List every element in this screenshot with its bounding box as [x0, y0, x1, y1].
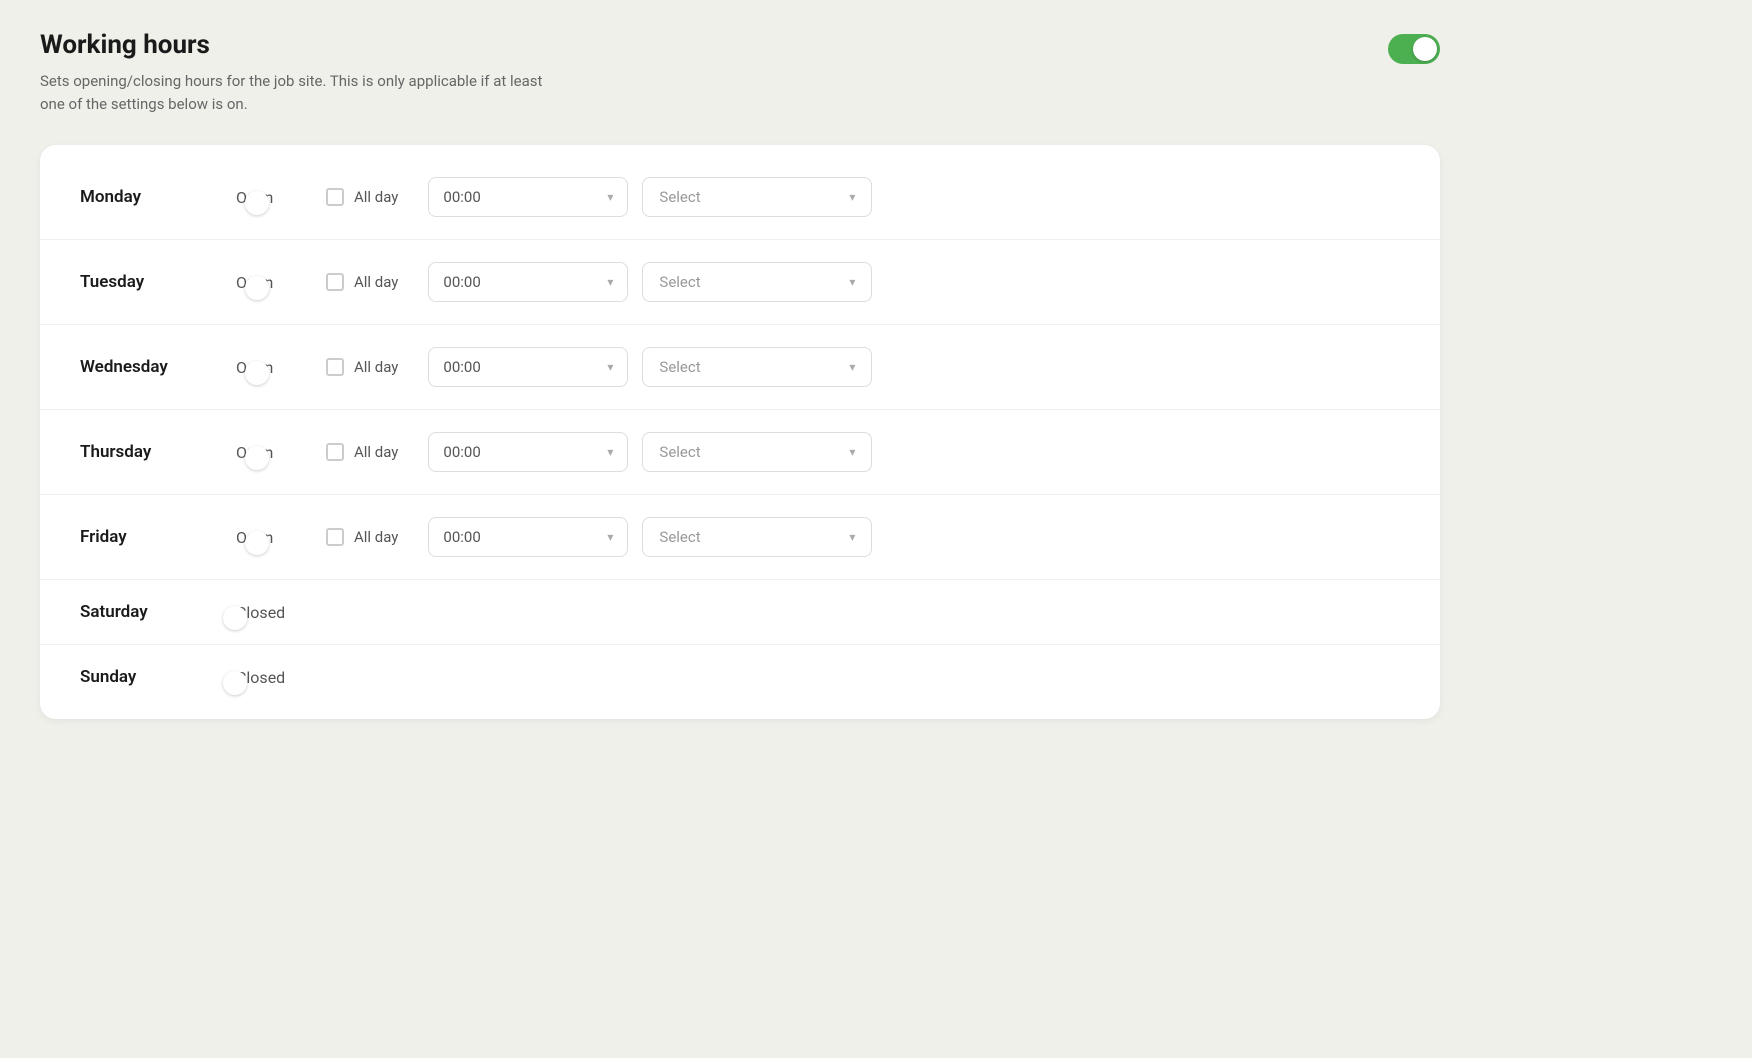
- start-time-select[interactable]: 00:00 ▾: [428, 262, 628, 302]
- chevron-down-icon: ▾: [607, 190, 613, 204]
- start-time-value: 00:00: [443, 273, 480, 291]
- end-time-placeholder: Select: [659, 528, 700, 546]
- chevron-down-icon: ▾: [849, 445, 855, 459]
- day-row: WednesdayOpenAll day00:00▾Select▾: [40, 325, 1440, 410]
- end-time-placeholder: Select: [659, 358, 700, 376]
- day-name: Tuesday: [80, 272, 220, 292]
- page-container: Working hours Sets opening/closing hours…: [40, 30, 1440, 719]
- chevron-down-icon: ▾: [607, 530, 613, 544]
- header-text: Working hours Sets opening/closing hours…: [40, 30, 1388, 115]
- day-row: ThursdayOpenAll day00:00▾Select▾: [40, 410, 1440, 495]
- day-name: Thursday: [80, 442, 220, 462]
- start-time-select[interactable]: 00:00 ▾: [428, 347, 628, 387]
- chevron-down-icon: ▾: [607, 275, 613, 289]
- start-time-select[interactable]: 00:00 ▾: [428, 432, 628, 472]
- day-row: TuesdayOpenAll day00:00▾Select▾: [40, 240, 1440, 325]
- allday-label: All day: [354, 358, 398, 376]
- allday-checkbox[interactable]: [326, 358, 344, 376]
- start-time-select[interactable]: 00:00 ▾: [428, 177, 628, 217]
- allday-label: All day: [354, 443, 398, 461]
- end-time-select[interactable]: Select ▾: [642, 517, 872, 557]
- chevron-down-icon: ▾: [607, 360, 613, 374]
- allday-section: All day: [326, 528, 398, 546]
- day-row: FridayOpenAll day00:00▾Select▾: [40, 495, 1440, 580]
- page-description: Sets opening/closing hours for the job s…: [40, 70, 560, 115]
- day-row: Sunday Closed: [40, 645, 1440, 709]
- allday-section: All day: [326, 443, 398, 461]
- start-time-value: 00:00: [443, 358, 480, 376]
- day-name: Monday: [80, 187, 220, 207]
- allday-checkbox[interactable]: [326, 188, 344, 206]
- allday-checkbox[interactable]: [326, 528, 344, 546]
- chevron-down-icon: ▾: [849, 275, 855, 289]
- start-time-value: 00:00: [443, 188, 480, 206]
- page-title: Working hours: [40, 30, 1388, 60]
- end-time-placeholder: Select: [659, 443, 700, 461]
- chevron-down-icon: ▾: [849, 360, 855, 374]
- chevron-down-icon: ▾: [607, 445, 613, 459]
- end-time-placeholder: Select: [659, 273, 700, 291]
- working-hours-card: MondayOpenAll day00:00▾Select▾TuesdayOpe…: [40, 145, 1440, 719]
- allday-section: All day: [326, 358, 398, 376]
- allday-section: All day: [326, 273, 398, 291]
- chevron-down-icon: ▾: [849, 530, 855, 544]
- day-name: Sunday: [80, 667, 220, 687]
- end-time-select[interactable]: Select ▾: [642, 347, 872, 387]
- chevron-down-icon: ▾: [849, 190, 855, 204]
- allday-label: All day: [354, 273, 398, 291]
- end-time-select[interactable]: Select ▾: [642, 432, 872, 472]
- allday-label: All day: [354, 188, 398, 206]
- end-time-select[interactable]: Select ▾: [642, 177, 872, 217]
- end-time-placeholder: Select: [659, 188, 700, 206]
- main-toggle[interactable]: [1388, 34, 1440, 64]
- main-toggle-wrapper[interactable]: [1388, 34, 1440, 64]
- allday-checkbox[interactable]: [326, 443, 344, 461]
- status-label: Closed: [236, 603, 316, 622]
- allday-label: All day: [354, 528, 398, 546]
- start-time-value: 00:00: [443, 443, 480, 461]
- day-row: Saturday Closed: [40, 580, 1440, 645]
- day-name: Saturday: [80, 602, 220, 622]
- day-name: Friday: [80, 527, 220, 547]
- allday-section: All day: [326, 188, 398, 206]
- allday-checkbox[interactable]: [326, 273, 344, 291]
- day-name: Wednesday: [80, 357, 220, 377]
- status-label: Closed: [236, 668, 316, 687]
- header-section: Working hours Sets opening/closing hours…: [40, 30, 1440, 115]
- start-time-select[interactable]: 00:00 ▾: [428, 517, 628, 557]
- start-time-value: 00:00: [443, 528, 480, 546]
- day-row: MondayOpenAll day00:00▾Select▾: [40, 155, 1440, 240]
- end-time-select[interactable]: Select ▾: [642, 262, 872, 302]
